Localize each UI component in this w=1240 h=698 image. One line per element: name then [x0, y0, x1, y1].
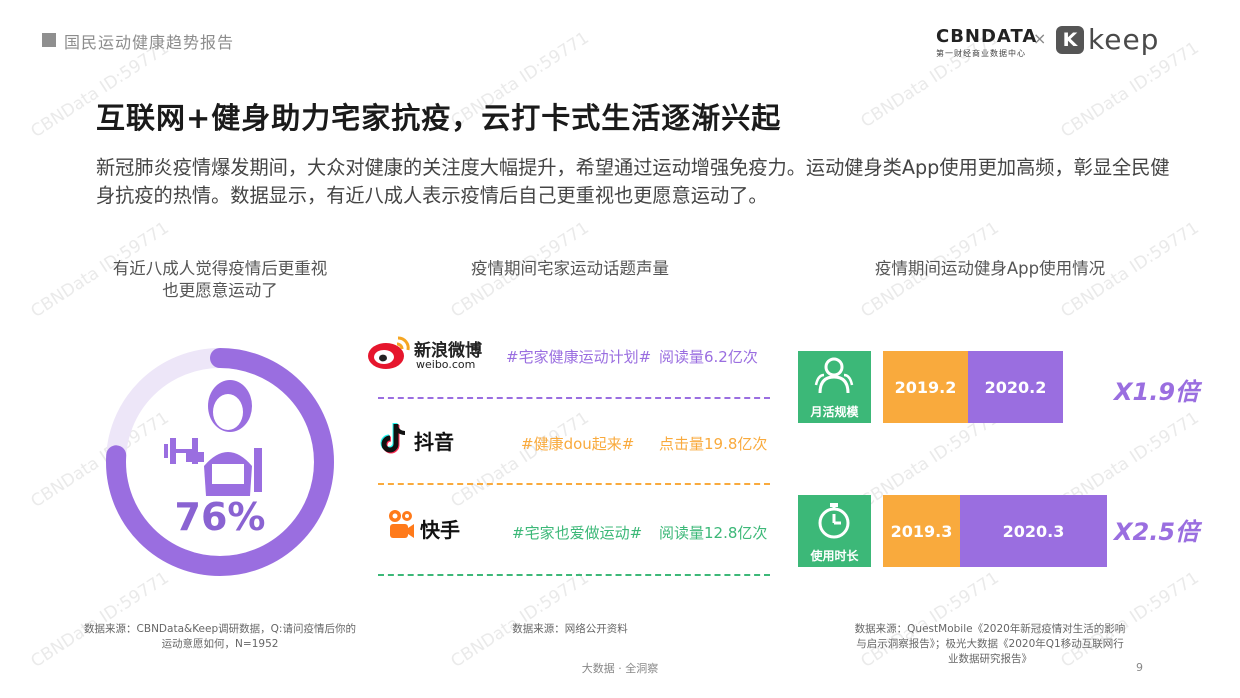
percent-label: 76%: [174, 495, 266, 539]
page-description: 新冠肺炎疫情爆发期间，大众对健康的关注度大幅提升，希望通过运动增强免疫力。运动健…: [96, 156, 1170, 207]
kuaishou-logo: 快手: [386, 508, 486, 548]
kuaishou-stat: 阅读量12.8亿次: [659, 524, 768, 542]
douyin-divider: [378, 483, 770, 485]
stopwatch-icon: [818, 503, 850, 539]
douyin-stat: 点击量19.8亿次: [659, 435, 768, 453]
percent-donut-chart: [106, 348, 334, 576]
douyin-icon: [380, 423, 406, 454]
weibo-stat: 阅读量6.2亿次: [659, 348, 758, 366]
kuaishou-divider: [378, 574, 770, 576]
weibo-logo: 新浪微博 weibo.com: [366, 326, 490, 376]
page-title: 互联网+健身助力宅家抗疫，云打卡式生活逐渐兴起: [96, 101, 782, 135]
people-icon: [814, 357, 854, 394]
douyin-name: 抖音: [414, 430, 454, 454]
duration-tile: 使用时长: [798, 495, 871, 567]
left-source-line2: 运动意愿如何，N=1952: [161, 638, 279, 650]
right-column-title: 疫情期间运动健身App使用情况: [874, 259, 1106, 278]
right-source-line2: 与启示洞察报告》；极光大数据《2020年Q1移动互联网行: [856, 638, 1124, 650]
mau-bar-2020: 2020.2: [968, 351, 1063, 423]
douyin-logo: 抖音: [380, 420, 480, 460]
cbndata-logo: CBNDATA 第一财经商业数据中心: [936, 26, 1037, 59]
weibo-domain: weibo.com: [416, 358, 476, 371]
kuaishou-hashtag: #宅家也爱做运动#: [512, 524, 643, 542]
keep-logo-mark: K: [1056, 26, 1084, 54]
left-title-line2: 也更愿意运动了: [162, 281, 278, 300]
duration-label: 使用时长: [810, 549, 859, 563]
duration-bar-2020: 2020.3: [960, 495, 1107, 567]
report-title: 国民运动健康趋势报告: [64, 33, 235, 52]
cbndata-logo-text: CBNDATA: [936, 26, 1038, 47]
header-square-icon: [42, 33, 56, 47]
mau-multiplier: X1.9倍: [1114, 378, 1200, 406]
keep-logo-text: keep: [1088, 23, 1160, 56]
brand-separator: ×: [1033, 29, 1047, 48]
weibo-hashtag: #宅家健康运动计划#: [506, 348, 652, 366]
footer-slogan: 大数据 · 全洞察: [581, 662, 659, 675]
duration-bar-2019: 2019.3: [883, 495, 960, 567]
mau-label: 月活规模: [810, 405, 859, 419]
right-source-line1: 数据来源：QuestMobile《2020年新冠疫情对生活的影响: [854, 623, 1126, 635]
cbndata-logo-subtext: 第一财经商业数据中心: [936, 49, 1026, 58]
mau-tile: 月活规模: [798, 351, 871, 423]
middle-source: 数据来源：网络公开资料: [512, 623, 628, 635]
left-title-line1: 有近八成人觉得疫情后更重视: [112, 259, 328, 278]
left-source-line1: 数据来源：CBNData&Keep调研数据，Q:请问疫情后你的: [84, 623, 356, 635]
kuaishou-name: 快手: [420, 518, 460, 542]
middle-column-title: 疫情期间宅家运动话题声量: [471, 259, 669, 278]
kuaishou-icon: [389, 510, 414, 538]
left-source: 数据来源：CBNData&Keep调研数据，Q:请问疫情后你的 运动意愿如何，N…: [40, 622, 400, 652]
mau-bar-2019: 2019.2: [883, 351, 968, 423]
watermark: CBNData ID:59771: [447, 567, 593, 673]
douyin-hashtag: #健康dou起来#: [521, 435, 635, 453]
duration-multiplier: X2.5倍: [1114, 518, 1200, 546]
watermark: CBNData ID:59771: [27, 567, 173, 673]
weibo-divider: [378, 397, 770, 399]
left-column-title: 有近八成人觉得疫情后更重视 也更愿意运动了: [70, 258, 370, 302]
page-number: 9: [1136, 661, 1143, 674]
woman-dumbbell-icon: [164, 380, 262, 496]
weibo-icon: [368, 336, 410, 369]
